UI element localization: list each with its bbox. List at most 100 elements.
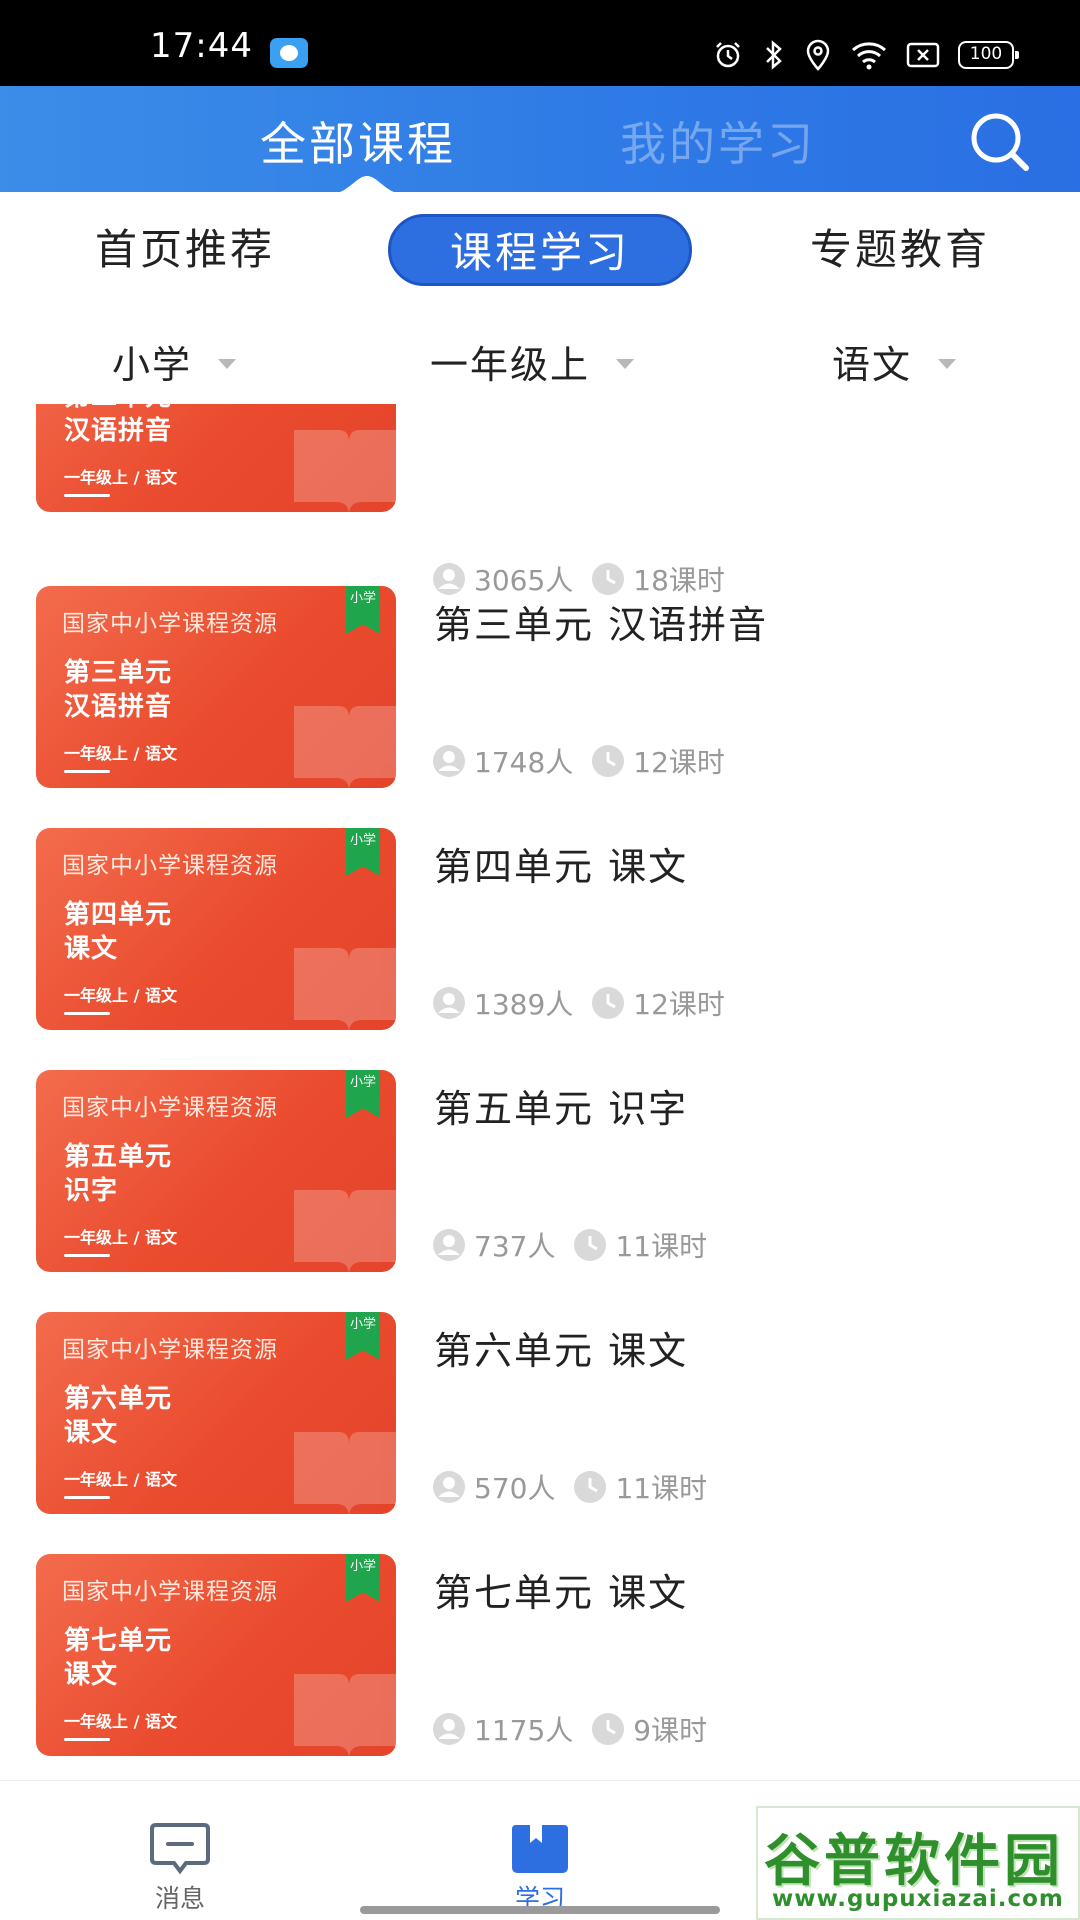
tab-my-learning[interactable]: 我的学习 [620,108,816,174]
clock-icon [592,745,625,777]
lesson-hours: 11课时 [615,1472,708,1505]
search-icon[interactable] [968,110,1034,172]
course-meta: 737人 11课时 [432,1225,707,1265]
thumbnail-title-line2: 汉语拼音 [64,692,173,722]
learner-count: 570人 [474,1472,556,1505]
course-thumbnail: 国家中小学课程资源 第七单元 课文 一年级上 / 语文 小学 [36,1554,396,1756]
filter-subject[interactable]: 语文 [832,334,957,389]
home-indicator[interactable] [360,1906,720,1914]
learner-count: 1389人 [474,988,574,1021]
clock-icon [574,1229,607,1261]
learner-count: 737人 [474,1230,556,1263]
thumbnail-grade-subject: 一年级上 / 语文 [64,468,177,487]
nav-messages-label: 消息 [154,1884,205,1913]
book-icon [512,1825,568,1873]
learner-count: 1748人 [474,746,574,779]
subtab-topic-education[interactable]: 专题教育 [790,214,1010,286]
sub-tabs: 首页推荐 课程学习 专题教育 [0,192,1080,302]
thumbnail-underline [64,1738,110,1741]
thumbnail-underline [64,1496,110,1499]
course-item[interactable]: 国家中小学课程资源 第七单元 课文 一年级上 / 语文 小学 第七单元 课文 1… [0,1554,1080,1780]
thumbnail-title-line2: 识字 [64,1176,119,1206]
thumbnail-grade-subject: 一年级上 / 语文 [64,1712,177,1731]
book-watermark-icon [294,706,396,788]
learner-count: 1175人 [474,1714,574,1747]
filter-bar: 小学 一年级上 语文 [0,310,1080,406]
course-meta: 1748人 12课时 [432,741,725,781]
course-list: 国家中小学课程资源 第二单元 汉语拼音 一年级上 / 语文 小学 [0,404,1080,1780]
course-thumbnail: 国家中小学课程资源 第二单元 汉语拼音 一年级上 / 语文 小学 [36,404,396,512]
course-meta: 1389人 12课时 [432,983,725,1023]
thumbnail-title-line2: 汉语拼音 [64,416,173,446]
thumbnail-underline [64,494,110,497]
active-tab-indicator [330,176,404,194]
site-watermark: 谷普软件园 www.gupuxiazai.com [756,1806,1080,1920]
thumbnail-title-line1: 第四单元 [64,900,173,930]
thumbnail-title: 第六单元 课文 [64,1382,172,1450]
filter-grade[interactable]: 一年级上 [430,334,635,389]
course-item[interactable]: 国家中小学课程资源 第三单元 汉语拼音 一年级上 / 语文 小学 第三单元 汉语… [0,586,1080,828]
filter-stage-label: 小学 [112,343,193,387]
chevron-down-icon [616,358,635,369]
thumbnail-title: 第二单元 汉语拼音 [64,404,172,448]
top-header: 全部课程 我的学习 [0,86,1080,194]
tab-all-courses[interactable]: 全部课程 [260,108,456,174]
status-time: 17:44 [150,26,253,66]
thumbnail-source: 国家中小学课程资源 [62,1579,278,1605]
level-ribbon: 小学 [346,586,380,634]
course-title: 第三单元 汉语拼音 [434,603,769,647]
subtab-course-learning[interactable]: 课程学习 [388,214,692,286]
thumbnail-source: 国家中小学课程资源 [62,1095,278,1121]
thumbnail-underline [64,770,110,773]
wifi-icon [852,42,886,70]
subtab-home-recommend[interactable]: 首页推荐 [70,214,300,286]
thumbnail-title: 第七单元 课文 [64,1624,172,1692]
clock-icon [592,1713,625,1745]
thumbnail-grade-subject: 一年级上 / 语文 [64,744,177,763]
book-watermark-icon [294,948,396,1030]
course-thumbnail: 国家中小学课程资源 第五单元 识字 一年级上 / 语文 小学 [36,1070,396,1272]
course-title: 第五单元 识字 [434,1087,689,1131]
book-watermark-icon [294,1190,396,1272]
clock-icon [592,987,625,1019]
status-bar: 17:44 100 [0,0,1080,86]
watermark-brand: 谷普软件园 [764,1829,1064,1894]
filter-stage[interactable]: 小学 [112,334,237,389]
user-icon [433,1229,465,1261]
user-icon [433,1471,465,1503]
level-ribbon: 小学 [346,828,380,876]
thumbnail-underline [64,1012,110,1015]
location-icon [806,39,830,71]
nav-learning[interactable]: 学习 [460,1781,620,1920]
thumbnail-grade-subject: 一年级上 / 语文 [64,986,177,1005]
course-meta: 570人 11课时 [432,1467,707,1507]
thumbnail-title-line1: 第三单元 [64,658,173,688]
lesson-hours: 12课时 [633,746,725,779]
course-thumbnail: 国家中小学课程资源 第四单元 课文 一年级上 / 语文 小学 [36,828,396,1030]
course-title: 第四单元 课文 [434,845,689,889]
course-item[interactable]: 国家中小学课程资源 第六单元 课文 一年级上 / 语文 小学 第六单元 课文 5… [0,1312,1080,1554]
chevron-down-icon [218,358,237,369]
course-title: 第六单元 课文 [434,1329,689,1373]
sim-off-icon [906,42,940,68]
status-icons: 100 [712,36,1019,74]
lesson-hours: 11课时 [615,1230,708,1263]
user-icon [433,745,465,777]
thumbnail-title-line1: 第二单元 [64,404,172,414]
lesson-hours: 9课时 [633,1714,708,1747]
chevron-down-icon [938,358,957,369]
course-thumbnail: 国家中小学课程资源 第三单元 汉语拼音 一年级上 / 语文 小学 [36,586,396,788]
screen: 17:44 100 全部课程 我的学习 首页推荐 课程学习 专题教育 小学 一年… [0,0,1080,1920]
course-item[interactable]: 国家中小学课程资源 第四单元 课文 一年级上 / 语文 小学 第四单元 课文 1… [0,828,1080,1070]
thumbnail-source: 国家中小学课程资源 [62,1337,278,1363]
lesson-hours: 12课时 [633,988,725,1021]
bluetooth-icon [766,40,782,70]
nav-messages[interactable]: 消息 [100,1781,260,1920]
user-icon [433,987,465,1019]
course-item[interactable]: 国家中小学课程资源 第五单元 识字 一年级上 / 语文 小学 第五单元 识字 7… [0,1070,1080,1312]
message-icon [150,1823,210,1875]
thumbnail-title-line1: 第五单元 [64,1142,173,1172]
book-watermark-icon [294,1674,396,1756]
level-ribbon: 小学 [346,1312,380,1360]
book-watermark-icon [294,1432,396,1514]
